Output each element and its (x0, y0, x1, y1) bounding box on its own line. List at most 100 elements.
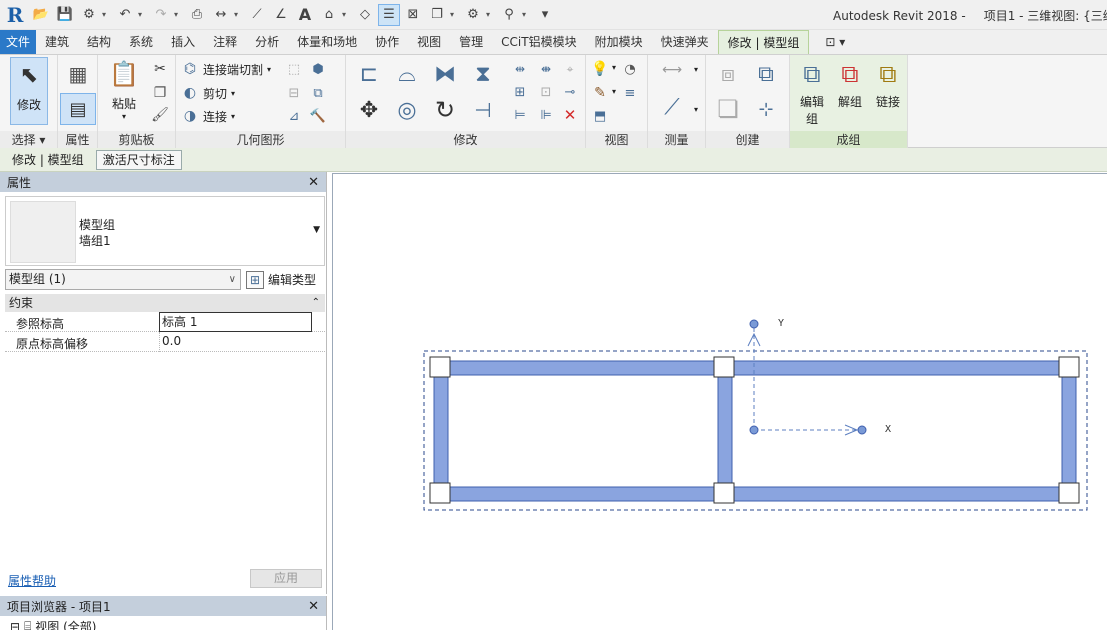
mirror-draw-axis-icon[interactable]: ⧗ (468, 59, 498, 89)
grip-handle[interactable] (713, 356, 735, 378)
angular-dimension-icon[interactable]: ∠ (270, 4, 292, 26)
unpin-icon[interactable]: ⌖ (560, 59, 580, 79)
collapse-icon[interactable]: ⊟ (10, 620, 20, 630)
create-similar-icon[interactable]: ⊹ (750, 93, 782, 125)
array-icon[interactable]: ⊞ (510, 82, 530, 102)
offset-icon[interactable]: ⌓ (392, 59, 422, 89)
split-gap-icon[interactable]: ⇼ (536, 59, 556, 79)
trim-multiple-icon[interactable]: ⊨ (510, 105, 530, 125)
create-assembly-icon[interactable]: ❏ (712, 93, 744, 125)
chevron-down-icon[interactable]: ▼ (313, 225, 320, 235)
properties-icon[interactable]: ▤ (60, 93, 96, 125)
constraints-category[interactable]: 约束 ⌃ (5, 294, 325, 312)
join-cut-button[interactable]: ⌬ 连接端切割 ▾ (180, 59, 271, 79)
type-selector[interactable]: 模型组 墙组1 ▼ (5, 196, 325, 266)
wall-joins-icon[interactable]: ⊟ (284, 83, 304, 103)
tab-collaborate[interactable]: 协作 (366, 30, 408, 54)
split-element-icon[interactable]: ⇹ (510, 59, 530, 79)
chevron-down-icon[interactable]: ▾ (174, 10, 182, 19)
join-button[interactable]: ◑ 连接 ▾ (180, 106, 235, 126)
drawing-area[interactable]: Y X (332, 173, 1107, 630)
collapse-icon[interactable]: ⌃ (312, 294, 320, 312)
tab-file[interactable]: 文件 (0, 30, 37, 54)
wall-right[interactable] (1061, 366, 1077, 496)
apply-button[interactable]: 应用 (250, 569, 322, 588)
tab-view[interactable]: 视图 (408, 30, 450, 54)
settings-icon[interactable]: ⚙ (462, 4, 484, 26)
chevron-down-icon[interactable]: ▾ (694, 105, 698, 114)
tab-manage[interactable]: 管理 (450, 30, 492, 54)
select-panel-label[interactable]: 选择 ▾ (0, 131, 57, 149)
section-icon[interactable]: ◇ (354, 4, 376, 26)
scissors-icon[interactable]: ✂ (150, 59, 170, 79)
chevron-down-icon[interactable]: ▾ (694, 65, 698, 74)
wall-middle[interactable] (717, 366, 733, 496)
chevron-down-icon[interactable]: ▾ (612, 87, 616, 96)
search-icon[interactable]: ⚲ (498, 4, 520, 26)
mirror-pick-axis-icon[interactable]: ⧓ (430, 59, 460, 89)
modify-button[interactable]: ⬉ 修改 (10, 57, 48, 125)
close-icon[interactable]: ✕ (308, 599, 319, 614)
aligned-dimension-tool-icon[interactable]: ⟋ (654, 91, 690, 123)
grip-handle[interactable] (1058, 356, 1080, 378)
thin-lines-icon[interactable]: ☰ (378, 3, 400, 26)
grip-handle[interactable] (713, 482, 735, 504)
move-icon[interactable]: ✥ (354, 95, 384, 125)
paint-icon[interactable]: ⬢ (308, 59, 328, 79)
edit-type-button[interactable]: ⊞ 编辑类型 (246, 269, 316, 290)
link-button[interactable]: ⧉ 链接 (870, 57, 906, 110)
rotate-icon[interactable]: ↻ (430, 95, 460, 125)
split-face-icon[interactable]: ⬚ (284, 59, 304, 79)
chevron-down-icon[interactable]: ▾ (102, 10, 110, 19)
tab-analyze[interactable]: 分析 (246, 30, 288, 54)
wall-top[interactable] (435, 360, 1080, 376)
revit-logo-icon[interactable]: R (0, 0, 30, 30)
linework-icon[interactable]: ✎ (590, 83, 610, 103)
aligned-dimension-icon[interactable]: ⟋ (246, 4, 268, 26)
trim-single-icon[interactable]: ⊫ (536, 105, 556, 125)
chevron-down-icon[interactable]: ▾ (612, 63, 616, 72)
y-axis-grip[interactable] (749, 319, 759, 329)
open-icon[interactable]: 📂 (30, 4, 52, 26)
reference-level-field[interactable]: 标高 1 (159, 312, 312, 332)
origin-offset-field[interactable]: 0.0 (159, 332, 312, 352)
save-icon[interactable]: 💾 (54, 4, 76, 26)
scale-icon[interactable]: ⊡ (536, 82, 556, 102)
ribbon-display-toggle[interactable]: ⊡ ▾ (819, 30, 851, 54)
type-properties-icon[interactable]: ▦ (61, 59, 95, 89)
paste-button[interactable]: 📋 粘贴 ▾ (106, 57, 142, 121)
edit-group-button[interactable]: ⧉ 编辑 组 (794, 57, 830, 127)
instance-filter-dropdown[interactable]: 模型组 (1) ∨ (5, 269, 241, 290)
cut-button[interactable]: ◐ 剪切 ▾ (180, 83, 235, 103)
grip-handle[interactable] (429, 482, 451, 504)
activate-dimensions-button[interactable]: 激活尺寸标注 (95, 149, 182, 170)
tab-annotate[interactable]: 注释 (204, 30, 246, 54)
origin-grip[interactable] (749, 425, 759, 435)
close-icon[interactable]: ✕ (308, 175, 319, 190)
text-icon[interactable]: A (294, 4, 316, 26)
chevron-down-icon[interactable]: ▾ (486, 10, 494, 19)
hide-in-view-icon[interactable]: 💡 (590, 59, 610, 79)
trim-extend-icon[interactable]: ⊣ (468, 95, 498, 125)
create-parts-icon[interactable]: ⧈ (712, 59, 744, 89)
ungroup-button[interactable]: ⧉ 解组 (832, 57, 868, 110)
override-graphics-icon[interactable]: ◔ (620, 59, 640, 79)
tab-systems[interactable]: 系统 (120, 30, 162, 54)
delete-icon[interactable]: ✕ (560, 105, 580, 125)
tab-quick-clip[interactable]: 快速弹夹 (652, 30, 718, 54)
wall-bottom[interactable] (435, 486, 1080, 502)
copy-elements-icon[interactable]: ◎ (392, 95, 422, 125)
filter-lines-icon[interactable]: ≡ (620, 83, 640, 103)
grip-handle[interactable] (1058, 482, 1080, 504)
chevron-down-icon[interactable]: ▾ (342, 10, 350, 19)
customize-toolbar-icon[interactable]: ▾ (534, 4, 556, 26)
tree-item-views[interactable]: ⊟ ⌸ 视图 (全部) (10, 618, 100, 630)
sync-icon[interactable]: ⚙ (78, 4, 100, 26)
chevron-down-icon[interactable]: ▾ (138, 10, 146, 19)
align-icon[interactable]: ⊏ (354, 59, 384, 89)
demolish-icon[interactable]: 🔨 (308, 106, 328, 126)
measure-between-icon[interactable]: ⟷ (654, 59, 690, 81)
switch-windows-icon[interactable]: ❐ (426, 4, 448, 26)
print-icon[interactable]: ⎙ (186, 4, 208, 26)
tab-massing-site[interactable]: 体量和场地 (288, 30, 366, 54)
